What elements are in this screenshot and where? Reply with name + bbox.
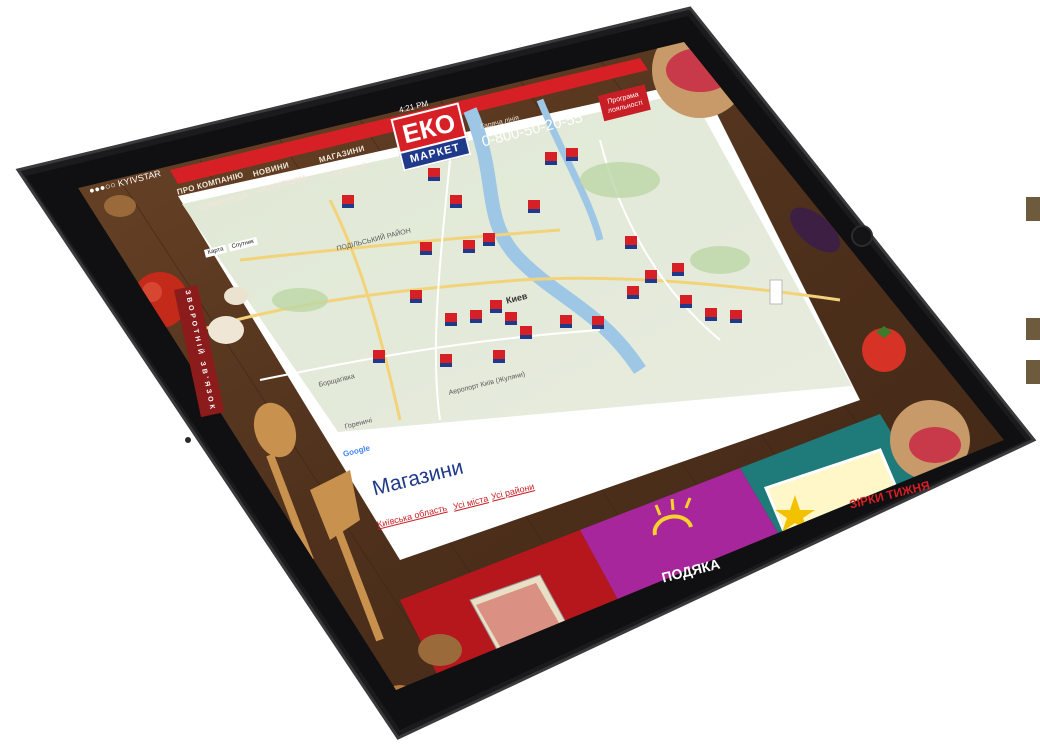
edge-mark-1 — [1026, 197, 1040, 221]
map-zoom-control[interactable] — [770, 280, 782, 304]
banner-leaflet[interactable] — [420, 560, 570, 660]
edge-mark-2 — [1026, 318, 1040, 340]
edge-mark-3 — [1026, 360, 1040, 384]
